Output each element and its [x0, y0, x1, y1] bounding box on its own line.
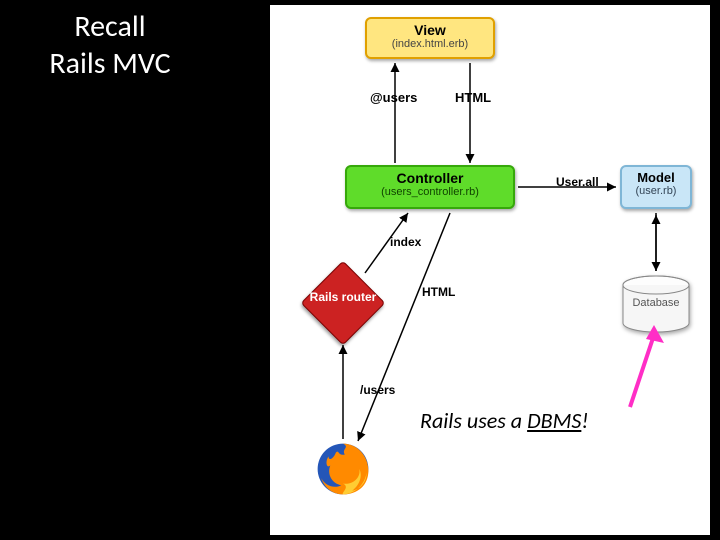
diagram-canvas: View (index.html.erb) @users HTML Contro…: [270, 5, 710, 535]
controller-box: Controller (users_controller.rb): [345, 165, 515, 209]
controller-name: Controller: [347, 171, 513, 186]
model-box: Model (user.rb): [620, 165, 692, 209]
callout-suffix: !: [581, 407, 588, 434]
database-label: Database: [620, 297, 692, 309]
model-file: (user.rb): [622, 185, 690, 197]
controller-file: (users_controller.rb): [347, 186, 513, 198]
title-line1: Recall: [0, 8, 220, 45]
label-user-all: User.all: [556, 175, 599, 189]
label-slash-users: /users: [360, 383, 395, 397]
view-file: (index.html.erb): [367, 38, 493, 50]
view-name: View: [367, 23, 493, 38]
label-html-top: HTML: [455, 90, 491, 105]
label-index: index: [390, 235, 421, 249]
browser-icon: [314, 440, 372, 498]
label-html-mid: HTML: [422, 285, 455, 299]
label-at-users: @users: [370, 90, 417, 105]
callout-arrow-icon: [616, 321, 666, 411]
router-box: Rails router: [303, 263, 383, 343]
page-title: Recall Rails MVC: [0, 8, 220, 82]
callout-text: Rails uses a DBMS!: [420, 407, 589, 434]
router-label: Rails router: [297, 291, 389, 304]
view-box: View (index.html.erb): [365, 17, 495, 59]
callout-emph: DBMS: [527, 407, 581, 434]
callout-prefix: Rails uses a: [420, 407, 527, 434]
model-name: Model: [622, 171, 690, 185]
title-line2: Rails MVC: [0, 45, 220, 82]
